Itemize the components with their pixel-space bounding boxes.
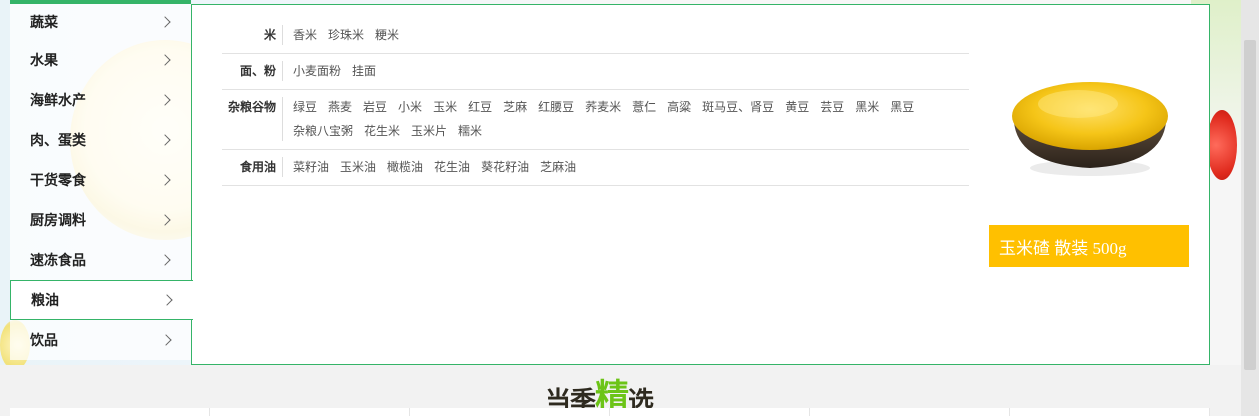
subcategory-link[interactable]: 黑米 bbox=[855, 97, 879, 117]
subcategory-title[interactable]: 食用油 bbox=[222, 157, 282, 177]
sidebar-item-label: 水果 bbox=[30, 53, 58, 69]
sidebar-item-label: 干货零食 bbox=[30, 173, 86, 189]
subcategory-link[interactable]: 芝麻油 bbox=[540, 157, 576, 177]
subcategory-items: 菜籽油 玉米油 橄榄油 花生油 葵花籽油 芝麻油 bbox=[282, 157, 969, 177]
chevron-right-icon bbox=[159, 214, 171, 226]
sidebar-item-seafood[interactable]: 海鲜水产 bbox=[10, 80, 192, 120]
featured-tab[interactable] bbox=[210, 408, 410, 416]
featured-tab[interactable] bbox=[810, 408, 1010, 416]
subcategory-items: 香米 珍珠米 粳米 bbox=[282, 25, 969, 45]
sidebar-item-fruits[interactable]: 水果 bbox=[10, 40, 192, 80]
product-promo-label[interactable]: 玉米碴 散装 500g bbox=[989, 225, 1189, 267]
subcategory-link[interactable]: 花生米 bbox=[364, 121, 400, 141]
sidebar-item-label: 肉、蛋类 bbox=[30, 133, 86, 149]
subcategory-link[interactable]: 薏仁 bbox=[632, 97, 656, 117]
sidebar-item-label: 粮油 bbox=[31, 293, 59, 309]
chevron-right-icon bbox=[159, 134, 171, 146]
sidebar-item-snacks[interactable]: 干货零食 bbox=[10, 160, 192, 200]
subcategory-link[interactable]: 斑马豆、肾豆 bbox=[702, 97, 774, 117]
sidebar-item-label: 海鲜水产 bbox=[30, 93, 86, 109]
subcategory-title[interactable]: 杂粮谷物 bbox=[222, 97, 282, 141]
subcategory-link[interactable]: 玉米油 bbox=[340, 157, 376, 177]
subcategory-link[interactable]: 葵花籽油 bbox=[481, 157, 529, 177]
subcategory-title[interactable]: 面、粉 bbox=[222, 61, 282, 81]
sidebar-item-meat-eggs[interactable]: 肉、蛋类 bbox=[10, 120, 192, 160]
scrollbar-thumb[interactable] bbox=[1244, 40, 1256, 370]
page-scrollbar[interactable] bbox=[1241, 0, 1259, 416]
chevron-right-icon bbox=[160, 334, 172, 346]
subcategory-link[interactable]: 杂粮八宝粥 bbox=[293, 121, 353, 141]
subcategory-link[interactable]: 花生油 bbox=[434, 157, 470, 177]
subcategory-row-flour: 面、粉 小麦面粉 挂面 bbox=[222, 54, 969, 90]
chevron-right-icon bbox=[159, 94, 171, 106]
subcategory-link[interactable]: 红腰豆 bbox=[538, 97, 574, 117]
subcategory-link[interactable]: 糯米 bbox=[458, 121, 482, 141]
subcategory-row-oil: 食用油 菜籽油 玉米油 橄榄油 花生油 葵花籽油 芝麻油 bbox=[222, 150, 969, 186]
sidebar-item-label: 蔬菜 bbox=[30, 15, 58, 31]
subcategory-row-grains: 杂粮谷物 绿豆 燕麦 岩豆 小米 玉米 红豆 芝麻 红腰豆 荞麦米 薏仁 高粱 斑马豆、肾豆 黄豆 芸豆黑… bbox=[222, 90, 969, 150]
category-dropdown-panel: 米 香米 珍珠米 粳米 面、粉 小麦面粉 挂面 杂粮谷物 绿豆 燕麦 岩豆 小米 玉米 红豆 芝麻… bbox=[191, 4, 1210, 365]
subcategory-link[interactable]: 黑豆 bbox=[890, 97, 914, 117]
subcategory-link[interactable]: 小米 bbox=[398, 97, 422, 117]
featured-section: 当季 精 选 bbox=[0, 365, 1241, 416]
featured-tab[interactable] bbox=[410, 408, 610, 416]
subcategory-link[interactable]: 橄榄油 bbox=[387, 157, 423, 177]
chevron-right-icon bbox=[161, 294, 173, 306]
subcategory-row-rice: 米 香米 珍珠米 粳米 bbox=[222, 18, 969, 54]
subcategory-title[interactable]: 米 bbox=[222, 25, 282, 45]
sidebar-item-label: 厨房调料 bbox=[30, 213, 86, 229]
featured-tab[interactable] bbox=[610, 408, 810, 416]
subcategory-items: 绿豆 燕麦 岩豆 小米 玉米 红豆 芝麻 红腰豆 荞麦米 薏仁 高粱 斑马豆、肾豆 黄豆 芸豆 黑米 黑豆杂粮… bbox=[282, 97, 969, 141]
sidebar-item-drinks[interactable]: 饮品 bbox=[10, 320, 192, 360]
featured-tab[interactable] bbox=[10, 408, 210, 416]
subcategory-link[interactable]: 玉米片 bbox=[411, 121, 447, 141]
subcategory-list: 米 香米 珍珠米 粳米 面、粉 小麦面粉 挂面 杂粮谷物 绿豆 燕麦 岩豆 小米 玉米 红豆 芝麻… bbox=[222, 18, 969, 186]
subcategory-link[interactable]: 挂面 bbox=[352, 61, 376, 81]
subcategory-link[interactable]: 荞麦米 bbox=[585, 97, 621, 117]
sidebar-item-label: 饮品 bbox=[30, 333, 58, 349]
subcategory-link[interactable]: 小麦面粉 bbox=[293, 61, 341, 81]
subcategory-link[interactable]: 高粱 bbox=[667, 97, 691, 117]
chevron-right-icon bbox=[159, 254, 171, 266]
subcategory-link[interactable]: 玉米 bbox=[433, 97, 457, 117]
panel-top-border bbox=[192, 4, 1209, 5]
subcategory-link[interactable]: 芝麻 bbox=[503, 97, 527, 117]
subcategory-link[interactable]: 香米 bbox=[293, 25, 317, 45]
subcategory-link[interactable]: 珍珠米 bbox=[328, 25, 364, 45]
tomato-decoration bbox=[1207, 110, 1237, 180]
featured-tabs bbox=[10, 408, 1210, 416]
chevron-right-icon bbox=[159, 174, 171, 186]
subcategory-link[interactable]: 芸豆 bbox=[820, 97, 844, 117]
subcategory-link[interactable]: 绿豆 bbox=[293, 97, 317, 117]
category-sidebar: 蔬菜 水果 海鲜水产 肉、蛋类 干货零食 厨房调料 速冻食品 粮油 饮品 bbox=[10, 4, 193, 364]
subcategory-link[interactable]: 菜籽油 bbox=[293, 157, 329, 177]
chevron-right-icon bbox=[159, 54, 171, 66]
subcategory-link[interactable]: 燕麦 bbox=[328, 97, 352, 117]
chevron-right-icon bbox=[159, 16, 171, 28]
sidebar-item-vegetables[interactable]: 蔬菜 bbox=[10, 4, 192, 40]
subcategory-items: 小麦面粉 挂面 bbox=[282, 61, 969, 81]
subcategory-link[interactable]: 岩豆 bbox=[363, 97, 387, 117]
featured-tab[interactable] bbox=[1010, 408, 1210, 416]
sidebar-item-label: 速冻食品 bbox=[30, 253, 86, 269]
sidebar-item-grain-oil[interactable]: 粮油 bbox=[10, 280, 193, 320]
product-image[interactable] bbox=[1000, 64, 1180, 184]
subcategory-link[interactable]: 黄豆 bbox=[785, 97, 809, 117]
subcategory-link[interactable]: 红豆 bbox=[468, 97, 492, 117]
sidebar-item-seasoning[interactable]: 厨房调料 bbox=[10, 200, 192, 240]
sidebar-item-frozen[interactable]: 速冻食品 bbox=[10, 240, 192, 280]
subcategory-link[interactable]: 粳米 bbox=[375, 25, 399, 45]
